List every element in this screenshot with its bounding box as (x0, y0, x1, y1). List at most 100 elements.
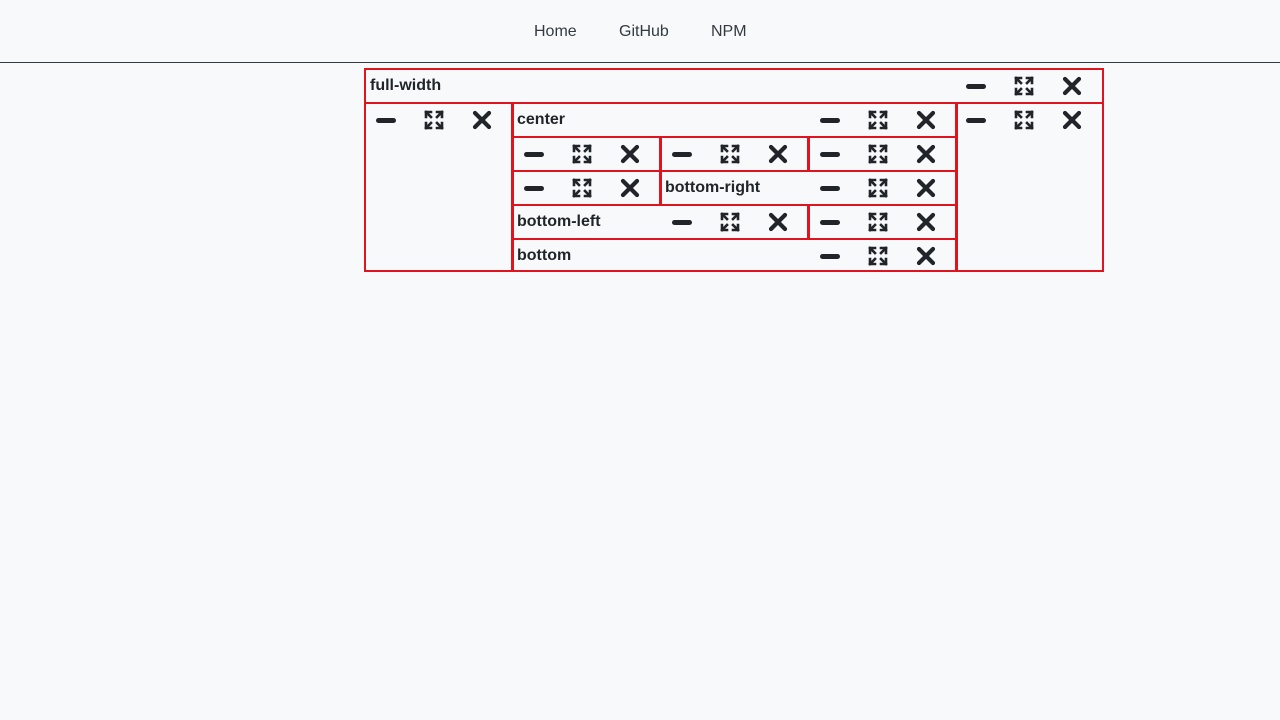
maximize-button[interactable] (558, 143, 606, 165)
close-button[interactable] (902, 245, 950, 267)
maximize-button[interactable] (854, 109, 902, 131)
close-icon (768, 144, 788, 164)
window-controls (510, 144, 654, 164)
window-controls (952, 76, 1096, 96)
expand-icon (868, 246, 888, 266)
minimize-button[interactable] (658, 143, 706, 165)
minimize-button[interactable] (658, 211, 706, 233)
window-controls (806, 246, 950, 266)
nav-link-npm[interactable]: NPM (711, 22, 747, 42)
expand-icon (868, 178, 888, 198)
close-icon (916, 212, 936, 232)
panel-row2-a (511, 136, 662, 172)
close-button[interactable] (458, 109, 506, 131)
minimize-button[interactable] (806, 109, 854, 131)
minus-icon (671, 218, 693, 226)
expand-icon (1014, 110, 1034, 130)
close-icon (916, 178, 936, 198)
expand-icon (572, 178, 592, 198)
close-icon (1062, 76, 1082, 96)
expand-icon (1014, 76, 1034, 96)
panel-bottom-left: bottom-left (511, 204, 810, 240)
close-button[interactable] (754, 211, 802, 233)
close-button[interactable] (902, 109, 950, 131)
expand-icon (868, 110, 888, 130)
maximize-button[interactable] (706, 143, 754, 165)
expand-icon (572, 144, 592, 164)
close-button[interactable] (902, 177, 950, 199)
minus-icon (819, 150, 841, 158)
maximize-button[interactable] (854, 245, 902, 267)
minimize-button[interactable] (510, 177, 558, 199)
maximize-button[interactable] (706, 211, 754, 233)
window-controls (806, 178, 950, 198)
expand-icon (720, 212, 740, 232)
panel-center: center (511, 102, 958, 138)
minimize-button[interactable] (806, 143, 854, 165)
close-button[interactable] (1048, 75, 1096, 97)
close-icon (472, 110, 492, 130)
close-button[interactable] (902, 211, 950, 233)
panel-title: bottom (517, 247, 572, 264)
panel-row2-b (659, 136, 810, 172)
panel-title: center (517, 111, 566, 128)
close-button[interactable] (902, 143, 950, 165)
panel-row4-b (807, 204, 958, 240)
top-navigation: Home GitHub NPM (0, 0, 1280, 63)
minimize-button[interactable] (806, 245, 854, 267)
minus-icon (819, 252, 841, 260)
minus-icon (819, 116, 841, 124)
panel-bottom-right: bottom-right (659, 170, 958, 206)
minimize-button[interactable] (362, 109, 410, 131)
minus-icon (671, 150, 693, 158)
close-icon (768, 212, 788, 232)
panel-right (955, 102, 1104, 272)
minus-icon (965, 82, 987, 90)
panel-row2-c (807, 136, 958, 172)
window-controls (952, 110, 1096, 130)
close-button[interactable] (606, 143, 654, 165)
minus-icon (523, 150, 545, 158)
panel-row3-a (511, 170, 662, 206)
window-controls (658, 144, 802, 164)
window-controls (806, 110, 950, 130)
close-icon (620, 144, 640, 164)
minimize-button[interactable] (952, 75, 1000, 97)
close-icon (1062, 110, 1082, 130)
expand-icon (720, 144, 740, 164)
minimize-button[interactable] (806, 211, 854, 233)
close-button[interactable] (1048, 109, 1096, 131)
panel-title: bottom-left (517, 213, 601, 230)
minus-icon (965, 116, 987, 124)
panel-title: bottom-right (665, 179, 761, 196)
window-controls (658, 212, 802, 232)
maximize-button[interactable] (1000, 109, 1048, 131)
maximize-button[interactable] (854, 143, 902, 165)
window-controls (806, 144, 950, 164)
panel-bottom: bottom (511, 238, 958, 272)
close-button[interactable] (754, 143, 802, 165)
minimize-button[interactable] (952, 109, 1000, 131)
panel-left (364, 102, 514, 272)
minus-icon (523, 184, 545, 192)
nav-link-github[interactable]: GitHub (619, 22, 669, 42)
close-button[interactable] (606, 177, 654, 199)
minus-icon (819, 218, 841, 226)
window-controls (362, 110, 506, 130)
panel-title: full-width (370, 77, 442, 94)
close-icon (916, 144, 936, 164)
close-icon (916, 246, 936, 266)
maximize-button[interactable] (1000, 75, 1048, 97)
maximize-button[interactable] (410, 109, 458, 131)
minimize-button[interactable] (510, 143, 558, 165)
maximize-button[interactable] (854, 177, 902, 199)
minus-icon (375, 116, 397, 124)
panel-full-width: full-width (364, 68, 1104, 104)
close-icon (620, 178, 640, 198)
maximize-button[interactable] (854, 211, 902, 233)
minimize-button[interactable] (806, 177, 854, 199)
nav-link-home[interactable]: Home (534, 22, 577, 42)
maximize-button[interactable] (558, 177, 606, 199)
expand-icon (868, 212, 888, 232)
minus-icon (819, 184, 841, 192)
